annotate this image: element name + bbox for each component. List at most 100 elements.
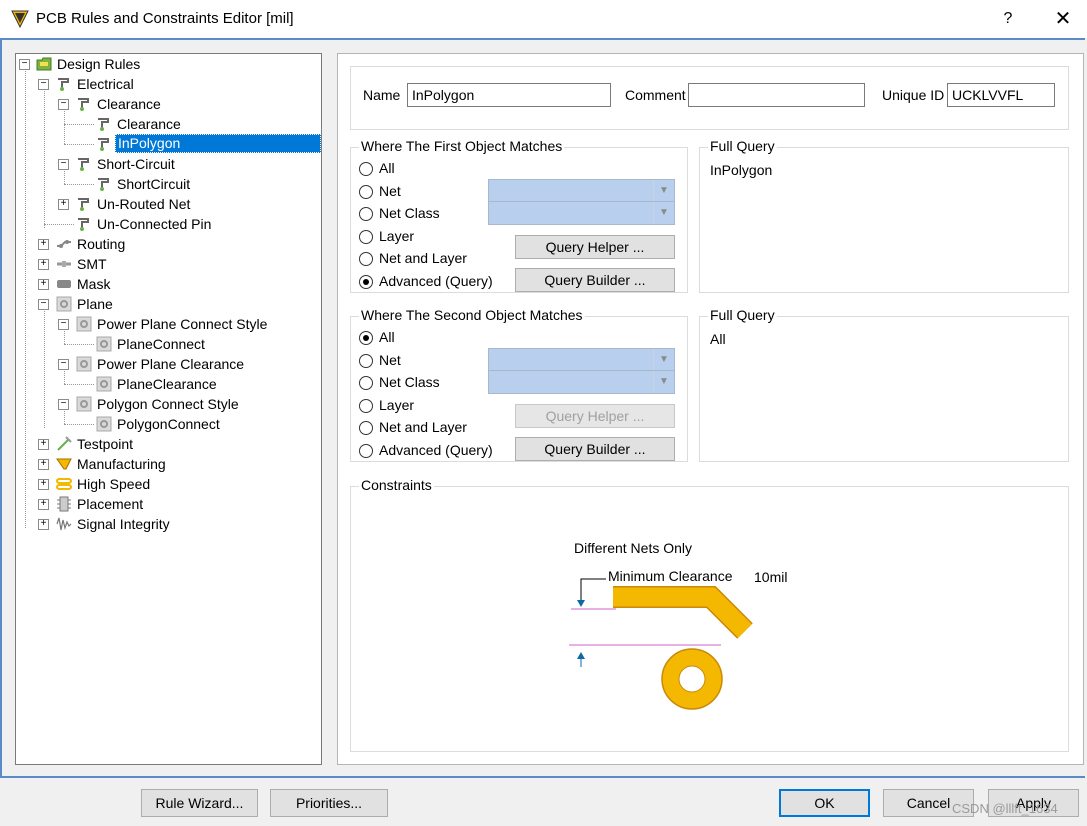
clearance-rule-icon — [98, 138, 109, 151]
ok-button[interactable]: OK — [779, 789, 870, 817]
first-full-query-text: InPolygon — [710, 162, 773, 178]
radio-label: Net and Layer — [379, 250, 467, 266]
tree-item-label: Plane — [77, 296, 113, 312]
radio-label: Net Class — [379, 205, 440, 221]
radio-label: All — [379, 329, 395, 345]
unique-id-label: Unique ID — [882, 87, 945, 103]
first-full-query-group: Full Query InPolygon — [699, 138, 1069, 293]
second-net-dropdown[interactable]: ▼ — [488, 348, 675, 372]
radio-label: Net — [379, 183, 401, 199]
priorities-button[interactable]: Priorities... — [270, 789, 388, 817]
radio-button[interactable] — [359, 162, 373, 176]
pcb-rules-app-icon — [11, 10, 29, 29]
radio-button[interactable] — [359, 275, 373, 289]
unique-id-field[interactable]: UCKLVVFL — [947, 83, 1055, 107]
chevron-down-icon[interactable]: ▼ — [653, 371, 674, 393]
plane-icon — [76, 316, 92, 332]
testpoint-icon — [57, 436, 72, 451]
signal-integrity-icon — [56, 517, 72, 531]
tree-item-label: Power Plane Clearance — [97, 356, 245, 372]
collapse-icon[interactable]: − — [58, 399, 69, 410]
rule-wizard-button[interactable]: Rule Wizard... — [141, 789, 258, 817]
second-object-match-group: Where The Second Object Matches All Net ▼ N… — [350, 307, 688, 462]
help-button[interactable]: ? — [996, 6, 1020, 32]
radio-label: Advanced (Query) — [379, 273, 493, 289]
constraints-group: Constraints Different Nets Only Minimum … — [350, 477, 1069, 752]
tree-item-label: Signal Integrity — [77, 516, 170, 532]
second-full-query-group: Full Query All — [699, 307, 1069, 462]
close-button[interactable]: ✕ — [1050, 6, 1076, 32]
collapse-icon[interactable]: − — [38, 299, 49, 310]
radio-label: Advanced (Query) — [379, 442, 493, 458]
clearance-diagram — [569, 578, 753, 710]
chevron-down-icon[interactable]: ▼ — [653, 349, 674, 371]
placement-icon — [57, 496, 71, 512]
first-full-query-title: Full Query — [708, 138, 777, 154]
second-query-helper-button[interactable]: Query Helper ... — [515, 404, 675, 428]
clearance-rule-icon — [98, 118, 109, 131]
watermark: CSDN @lllft_1634 — [952, 801, 1058, 816]
radio-button[interactable] — [359, 185, 373, 199]
tree-item-label: Clearance — [117, 116, 181, 132]
expand-icon[interactable]: + — [38, 439, 49, 450]
tree-item-label: Clearance — [97, 96, 161, 112]
tree-item-label: Testpoint — [77, 436, 134, 452]
radio-button[interactable] — [359, 230, 373, 244]
name-field[interactable]: InPolygon — [407, 83, 611, 107]
second-query-builder-button[interactable]: Query Builder ... — [515, 437, 675, 461]
radio-button[interactable] — [359, 399, 373, 413]
plane-icon — [56, 296, 72, 312]
expand-icon[interactable]: + — [38, 259, 49, 270]
radio-button[interactable] — [359, 354, 373, 368]
first-query-builder-button[interactable]: Query Builder ... — [515, 268, 675, 292]
radio-button[interactable] — [359, 207, 373, 221]
radio-label: Layer — [379, 397, 415, 413]
first-net-dropdown[interactable]: ▼ — [488, 179, 675, 203]
collapse-icon[interactable]: − — [58, 319, 69, 330]
collapse-icon[interactable]: − — [19, 59, 30, 70]
expand-icon[interactable]: + — [38, 279, 49, 290]
folder-icon — [36, 57, 52, 71]
collapse-icon[interactable]: − — [58, 359, 69, 370]
radio-label: Net and Layer — [379, 419, 467, 435]
expand-icon[interactable]: + — [58, 199, 69, 210]
radio-button[interactable] — [359, 376, 373, 390]
comment-field[interactable] — [688, 83, 865, 107]
collapse-icon[interactable]: − — [58, 99, 69, 110]
first-net-class-dropdown[interactable]: ▼ — [488, 201, 675, 225]
radio-button[interactable] — [359, 421, 373, 435]
mask-icon — [57, 280, 71, 288]
chevron-down-icon[interactable]: ▼ — [653, 180, 674, 202]
expand-icon[interactable]: + — [38, 499, 49, 510]
comment-label: Comment — [625, 87, 686, 103]
expand-icon[interactable]: + — [38, 239, 49, 250]
tree-item-label: InPolygon — [115, 134, 321, 153]
rules-tree[interactable]: − Design Rules − Electrical − Clearance … — [15, 53, 322, 765]
radio-button[interactable] — [359, 252, 373, 266]
plane-icon — [96, 336, 112, 352]
radio-label: All — [379, 160, 395, 176]
radio-button[interactable] — [359, 331, 373, 345]
short-circuit-rule-icon — [98, 178, 109, 191]
collapse-icon[interactable]: − — [38, 79, 49, 90]
tree-item-label: Design Rules — [57, 56, 141, 72]
tree-item-label: Polygon Connect Style — [97, 396, 239, 412]
chevron-down-icon[interactable]: ▼ — [653, 202, 674, 224]
first-query-helper-button[interactable]: Query Helper ... — [515, 235, 675, 259]
tree-item-label: High Speed — [77, 476, 151, 492]
expand-icon[interactable]: + — [38, 459, 49, 470]
smt-icon — [57, 261, 71, 267]
title-bar: PCB Rules and Constraints Editor [mil] ?… — [0, 0, 1087, 38]
expand-icon[interactable]: + — [38, 479, 49, 490]
high-speed-icon — [56, 478, 72, 490]
routing-icon — [57, 240, 71, 248]
collapse-icon[interactable]: − — [58, 159, 69, 170]
rule-editor-panel: Name InPolygon Comment Unique ID UCKLVVF… — [337, 53, 1084, 765]
second-net-class-dropdown[interactable]: ▼ — [488, 370, 675, 394]
expand-icon[interactable]: + — [38, 519, 49, 530]
radio-button[interactable] — [359, 444, 373, 458]
tree-item-label: Routing — [77, 236, 126, 252]
radio-label: Net Class — [379, 374, 440, 390]
tree-item-label: PlaneConnect — [117, 336, 205, 352]
first-object-match-group: Where The First Object Matches All Net ▼ Ne… — [350, 138, 688, 293]
